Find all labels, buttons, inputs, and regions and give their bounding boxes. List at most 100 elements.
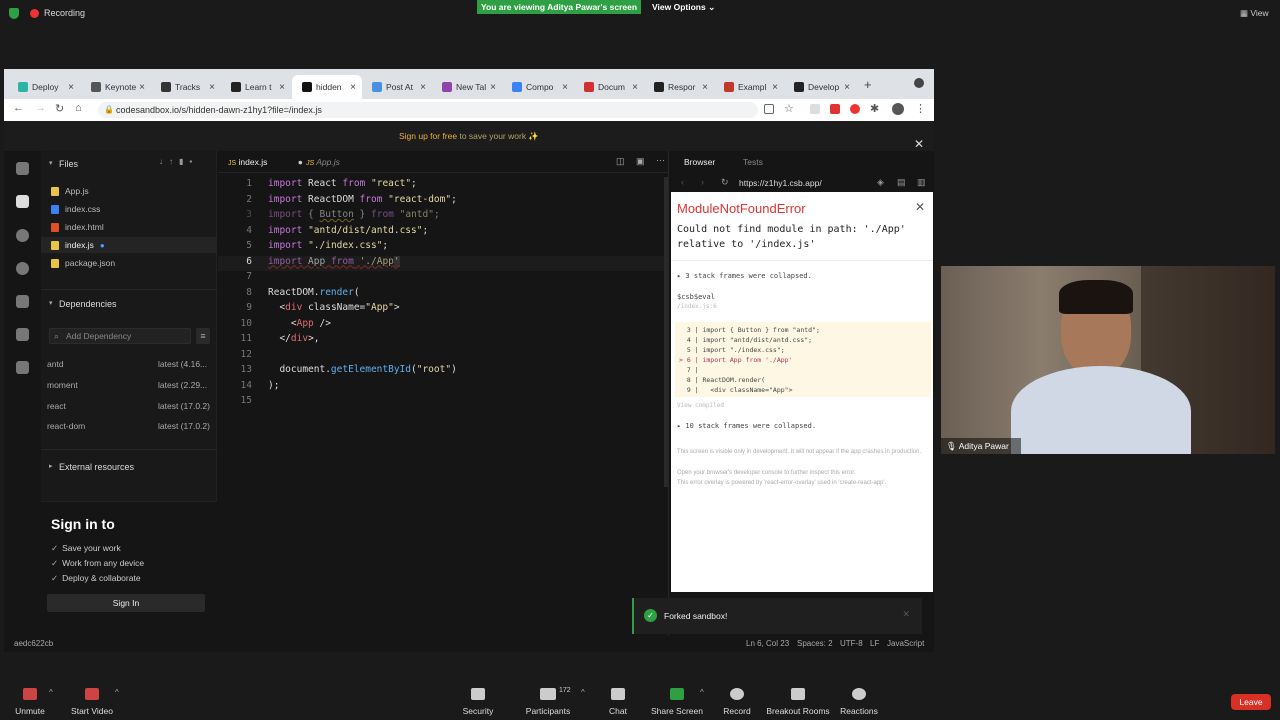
eval-path[interactable]: /index.js:6 bbox=[677, 303, 717, 310]
more-icon[interactable]: ⋯ bbox=[656, 155, 665, 166]
extension-icon[interactable] bbox=[830, 104, 840, 114]
dependency-name[interactable]: moment bbox=[47, 380, 78, 390]
close-icon[interactable]: × bbox=[702, 82, 708, 93]
unmute-button[interactable]: Unmute bbox=[0, 688, 65, 716]
dependency-name[interactable]: react bbox=[47, 401, 66, 411]
split-view-icon[interactable]: ◫ bbox=[616, 156, 625, 167]
security-button[interactable]: Security bbox=[443, 688, 513, 716]
close-icon[interactable]: × bbox=[632, 82, 638, 93]
dependency-name[interactable]: antd bbox=[47, 359, 64, 369]
close-icon[interactable]: × bbox=[420, 82, 426, 93]
extension-icon[interactable] bbox=[850, 104, 860, 114]
close-icon[interactable]: × bbox=[279, 82, 285, 93]
file-actions-icon[interactable]: ↓↑▮▪ bbox=[159, 157, 198, 166]
tab-search-icon[interactable] bbox=[914, 78, 924, 88]
external-resources-header[interactable]: External resources bbox=[59, 462, 134, 472]
language-mode[interactable]: JavaScript bbox=[887, 639, 924, 648]
file-item[interactable]: package.json bbox=[51, 258, 115, 268]
dependency-menu-icon[interactable]: ≡ bbox=[196, 328, 210, 344]
github-icon[interactable] bbox=[16, 295, 29, 308]
chevron-down-icon[interactable]: ▾ bbox=[49, 299, 53, 307]
close-icon[interactable]: × bbox=[209, 82, 215, 93]
more-menu-icon[interactable]: ⋮ bbox=[915, 102, 926, 115]
back-icon[interactable]: ← bbox=[13, 102, 24, 114]
open-window-icon[interactable]: ▥ bbox=[917, 177, 926, 188]
view-button[interactable]: ▦ View bbox=[1240, 8, 1269, 19]
chevron-right-icon[interactable]: ▸ bbox=[49, 462, 53, 470]
close-icon[interactable]: × bbox=[562, 82, 568, 93]
browser-tab[interactable]: Learn t × bbox=[221, 75, 291, 99]
leave-button[interactable]: Leave bbox=[1231, 694, 1271, 710]
close-icon[interactable]: ✕ bbox=[902, 609, 910, 620]
reload-icon[interactable]: ↻ bbox=[721, 177, 729, 188]
new-tab-plus-icon[interactable]: + bbox=[864, 77, 872, 92]
files-icon[interactable] bbox=[16, 195, 29, 208]
search-icon[interactable] bbox=[16, 229, 29, 242]
star-icon[interactable]: ☆ bbox=[784, 102, 794, 115]
browser-tab[interactable]: Docum × bbox=[574, 75, 644, 99]
reactions-button[interactable]: Reactions bbox=[824, 688, 894, 716]
editor-tab[interactable]: JS App.js bbox=[306, 157, 340, 167]
chevron-up-icon[interactable]: ^ bbox=[49, 688, 53, 697]
participants-button[interactable]: Participants bbox=[513, 688, 583, 716]
line-ending[interactable]: LF bbox=[870, 639, 879, 648]
extension-icon[interactable] bbox=[810, 104, 820, 114]
file-item-active[interactable]: index.js ● bbox=[51, 240, 105, 250]
file-item[interactable]: index.css bbox=[51, 204, 100, 214]
preview-url-field[interactable]: https://z1hy1.csb.app/ bbox=[739, 178, 822, 188]
live-icon[interactable] bbox=[16, 361, 29, 374]
close-icon[interactable]: × bbox=[844, 82, 850, 93]
cursor-position[interactable]: Ln 6, Col 23 bbox=[746, 639, 789, 648]
add-dependency-input[interactable]: ⌕ Add Dependency bbox=[49, 328, 191, 344]
browser-tab-active[interactable]: hidden × bbox=[292, 75, 362, 99]
layout-icon[interactable]: ▣ bbox=[636, 156, 645, 167]
close-icon[interactable]: × bbox=[490, 82, 496, 93]
editor-tab-active[interactable]: JS index.js ● bbox=[228, 157, 303, 167]
home-icon[interactable]: ⌂ bbox=[75, 102, 82, 114]
tab-browser[interactable]: Browser bbox=[684, 157, 715, 167]
view-compiled-link[interactable]: View compiled bbox=[677, 402, 724, 409]
forward-icon[interactable]: → bbox=[35, 102, 46, 114]
install-icon[interactable] bbox=[764, 104, 774, 114]
browser-tab[interactable]: Compo × bbox=[502, 75, 574, 99]
browser-tab[interactable]: Tracks × bbox=[151, 75, 221, 99]
browser-tab[interactable]: Respor × bbox=[644, 75, 714, 99]
signup-link[interactable]: Sign up for free bbox=[399, 131, 457, 141]
deploy-icon[interactable] bbox=[16, 328, 29, 341]
dependencies-header[interactable]: Dependencies bbox=[59, 299, 117, 309]
indent-setting[interactable]: Spaces: 2 bbox=[797, 639, 833, 648]
gear-icon[interactable] bbox=[16, 262, 29, 275]
encoding[interactable]: UTF-8 bbox=[840, 639, 863, 648]
code-editor[interactable]: JS index.js ● JS App.js ◫ ▣ ⋯ 1 import Re… bbox=[218, 151, 668, 636]
stack-collapsed-toggle[interactable]: ▸ 3 stack frames were collapsed. bbox=[677, 272, 812, 280]
close-icon[interactable]: × bbox=[772, 82, 778, 93]
file-item[interactable]: index.html bbox=[51, 222, 104, 232]
puzzle-icon[interactable]: ✱ bbox=[870, 102, 879, 115]
browser-tab[interactable]: Post At × bbox=[362, 75, 432, 99]
browser-tab[interactable]: Keynote × bbox=[81, 75, 151, 99]
browser-tab[interactable]: Exampl × bbox=[714, 75, 784, 99]
signin-button[interactable]: Sign In bbox=[47, 594, 205, 612]
browser-tab[interactable]: Deploy × bbox=[8, 75, 80, 99]
close-icon[interactable]: × bbox=[139, 82, 145, 93]
close-icon[interactable]: × bbox=[68, 82, 74, 93]
browser-tab[interactable]: New Tal × bbox=[432, 75, 502, 99]
target-icon[interactable]: ◈ bbox=[877, 177, 884, 188]
file-item[interactable]: App.js bbox=[51, 186, 89, 196]
record-button[interactable]: Record bbox=[702, 688, 772, 716]
view-options-button[interactable]: View Options ⌄ bbox=[652, 0, 720, 14]
browser-tab[interactable]: Develop × bbox=[784, 75, 856, 99]
sandbox-icon[interactable] bbox=[16, 162, 29, 175]
copy-icon[interactable]: ▤ bbox=[897, 177, 906, 188]
reload-icon[interactable]: ↻ bbox=[55, 102, 64, 115]
breakout-rooms-button[interactable]: Breakout Rooms bbox=[763, 688, 833, 716]
tab-tests[interactable]: Tests bbox=[743, 157, 763, 167]
avatar[interactable] bbox=[892, 103, 904, 115]
chevron-up-icon[interactable]: ^ bbox=[115, 688, 119, 697]
close-icon[interactable]: ✕ bbox=[915, 200, 925, 214]
files-header[interactable]: Files bbox=[59, 159, 78, 169]
chevron-down-icon[interactable]: ▾ bbox=[49, 159, 53, 167]
forward-icon[interactable]: › bbox=[701, 177, 704, 187]
back-icon[interactable]: ‹ bbox=[681, 177, 684, 187]
url-field[interactable]: 🔒 codesandbox.io/s/hidden-dawn-z1hy1?fil… bbox=[98, 102, 758, 118]
